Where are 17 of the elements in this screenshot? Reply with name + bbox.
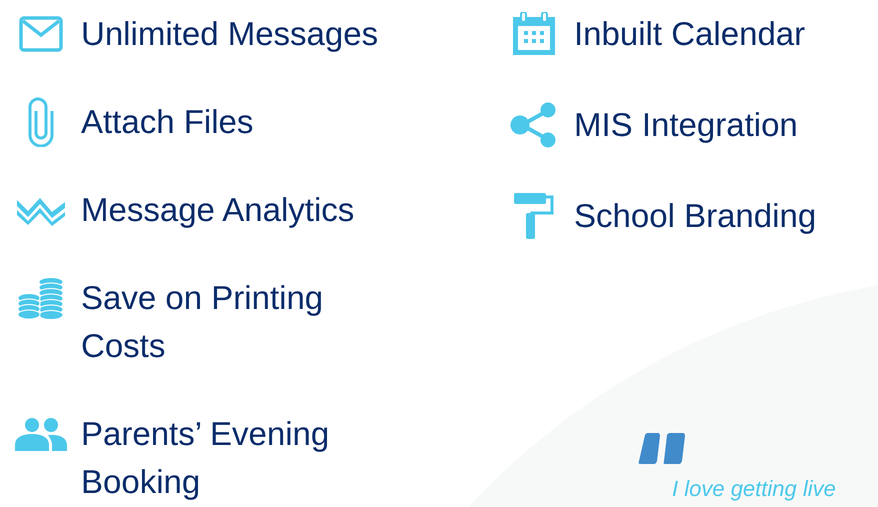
feature-label: School Branding xyxy=(574,196,816,236)
paint-roller-icon xyxy=(514,193,554,239)
feature-label: Save on Printing Costs xyxy=(81,278,324,366)
quote-icon xyxy=(638,433,686,464)
calendar-icon xyxy=(512,12,556,56)
mail-icon xyxy=(18,16,62,52)
coins-icon xyxy=(16,276,64,320)
feature-label: Parents’ Evening Booking xyxy=(81,414,330,502)
paperclip-icon xyxy=(28,97,54,147)
feature-label: MIS Integration xyxy=(574,105,798,145)
share-icon xyxy=(510,102,558,148)
people-icon xyxy=(14,417,66,451)
feature-label: Inbuilt Calendar xyxy=(574,14,806,54)
feature-label: Message Analytics xyxy=(81,190,354,230)
feature-label: Unlimited Messages xyxy=(81,14,378,54)
testimonial-quote: I love getting live xyxy=(672,475,836,503)
feature-label: Attach Files xyxy=(81,102,254,142)
